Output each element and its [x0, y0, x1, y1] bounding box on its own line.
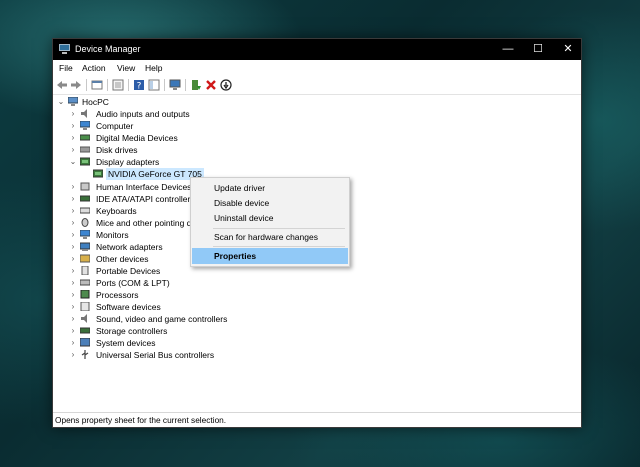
chevron-right-icon[interactable]: › [69, 108, 77, 120]
tree-item-label: Computer [96, 121, 134, 131]
menu-item-disable-device[interactable]: Disable device [192, 195, 348, 211]
speaker-icon [81, 314, 87, 323]
forward-icon[interactable] [70, 79, 82, 91]
tree-item-label: System devices [96, 338, 156, 348]
chevron-right-icon[interactable]: › [69, 349, 77, 361]
menu-separator [213, 246, 345, 247]
context-menu: Update driver Disable device Uninstall d… [190, 177, 350, 267]
chevron-right-icon[interactable]: › [69, 205, 77, 217]
chevron-right-icon[interactable]: › [69, 289, 77, 301]
menu-file[interactable]: File [59, 63, 73, 73]
processor-icon [80, 290, 90, 299]
disable-icon[interactable] [220, 79, 232, 91]
chevron-down-icon[interactable]: ⌄ [57, 96, 65, 108]
chevron-right-icon[interactable]: › [69, 337, 77, 349]
keyboard-icon [80, 207, 90, 214]
unknown-device-icon [80, 254, 90, 263]
tree-root[interactable]: ⌄ HocPC [57, 96, 257, 108]
console-tree-icon[interactable] [148, 79, 160, 91]
chevron-right-icon[interactable]: › [69, 313, 77, 325]
disk-drive-icon [80, 146, 90, 153]
svg-text:?: ? [137, 82, 142, 92]
menu-item-properties[interactable]: Properties [192, 248, 348, 264]
chevron-right-icon[interactable]: › [69, 217, 77, 229]
tree-item-label: Mice and other pointing d [96, 218, 192, 228]
system-device-icon [80, 338, 90, 347]
tree-item-label: Ports (COM & LPT) [96, 278, 170, 288]
menu-item-scan-hardware[interactable]: Scan for hardware changes [192, 229, 348, 245]
chevron-right-icon[interactable]: › [69, 301, 77, 313]
tree-item-label: Sound, video and game controllers [96, 314, 228, 324]
port-icon [80, 279, 90, 286]
chevron-right-icon[interactable]: › [69, 144, 77, 156]
ide-controller-icon [80, 195, 90, 202]
menu-item-uninstall-device[interactable]: Uninstall device [192, 210, 348, 226]
menu-item-update-driver[interactable]: Update driver [192, 180, 348, 196]
tree-root-label: HocPC [82, 97, 109, 107]
mouse-icon [81, 218, 89, 227]
maximize-button[interactable]: ☐ [523, 39, 553, 60]
chevron-right-icon[interactable]: › [69, 229, 77, 241]
tree-item-label: Display adapters [96, 157, 160, 167]
chevron-down-icon[interactable]: ⌄ [69, 156, 77, 168]
network-adapter-icon [80, 242, 90, 251]
software-device-icon [80, 302, 90, 311]
toolbar: ? [53, 76, 581, 95]
monitor-icon [80, 230, 90, 239]
chevron-right-icon[interactable]: › [69, 120, 77, 132]
properties-view-icon[interactable] [91, 79, 103, 91]
tree-item-label: Human Interface Devices [96, 182, 192, 192]
display-adapter-icon [80, 157, 90, 166]
tree-item-label: Other devices [96, 254, 149, 264]
update-driver-icon[interactable] [190, 79, 202, 91]
tree-item-label: Universal Serial Bus controllers [96, 350, 215, 360]
show-hidden-icon[interactable] [112, 79, 124, 91]
minimize-button[interactable]: — [493, 39, 523, 60]
tree-item-label: Audio inputs and outputs [96, 109, 190, 119]
chevron-right-icon[interactable]: › [69, 277, 77, 289]
tree-item-label: Keyboards [96, 206, 137, 216]
chevron-right-icon[interactable]: › [69, 193, 77, 205]
chevron-right-icon[interactable]: › [69, 132, 77, 144]
storage-controller-icon [80, 327, 90, 334]
chevron-right-icon[interactable]: › [69, 253, 77, 265]
tree-item-label: IDE ATA/ATAPI controllers [96, 194, 195, 204]
display-adapter-icon [93, 169, 103, 178]
tree-item-label: Network adapters [96, 242, 163, 252]
chevron-right-icon[interactable]: › [69, 241, 77, 253]
tree-item-label: Portable Devices [96, 266, 161, 276]
usb-icon [81, 350, 89, 359]
status-bar: Opens property sheet for the current sel… [53, 412, 581, 427]
monitor-icon [80, 121, 90, 130]
title-bar[interactable]: Device Manager — ☐ ✕ [53, 39, 581, 60]
menu-help[interactable]: Help [145, 63, 162, 73]
tree-item-label: Monitors [96, 230, 129, 240]
help-icon[interactable]: ? [133, 79, 145, 91]
computer-icon [68, 97, 78, 106]
speaker-icon [81, 109, 87, 118]
media-device-icon [80, 134, 90, 141]
close-button[interactable]: ✕ [553, 39, 583, 60]
menu-view[interactable]: View [117, 63, 135, 73]
chevron-right-icon[interactable]: › [69, 181, 77, 193]
menu-action[interactable]: Action [82, 63, 106, 73]
tree-item-label: Disk drives [96, 145, 138, 155]
window-title: Device Manager [75, 44, 141, 54]
menu-bar: File Action View Help [53, 60, 581, 76]
tree-item-label: Processors [96, 290, 139, 300]
chevron-right-icon[interactable]: › [69, 265, 77, 277]
tree-item-label: Digital Media Devices [96, 133, 178, 143]
chevron-right-icon[interactable]: › [69, 325, 77, 337]
device-manager-app-icon [59, 44, 70, 54]
portable-device-icon [81, 266, 89, 275]
back-icon[interactable] [56, 79, 68, 91]
scan-hardware-icon[interactable] [169, 79, 181, 91]
hid-icon [80, 182, 90, 191]
status-text: Opens property sheet for the current sel… [55, 415, 227, 425]
uninstall-icon[interactable] [205, 79, 217, 91]
tree-item-label: Storage controllers [96, 326, 168, 336]
tree-item-label: Software devices [96, 302, 161, 312]
